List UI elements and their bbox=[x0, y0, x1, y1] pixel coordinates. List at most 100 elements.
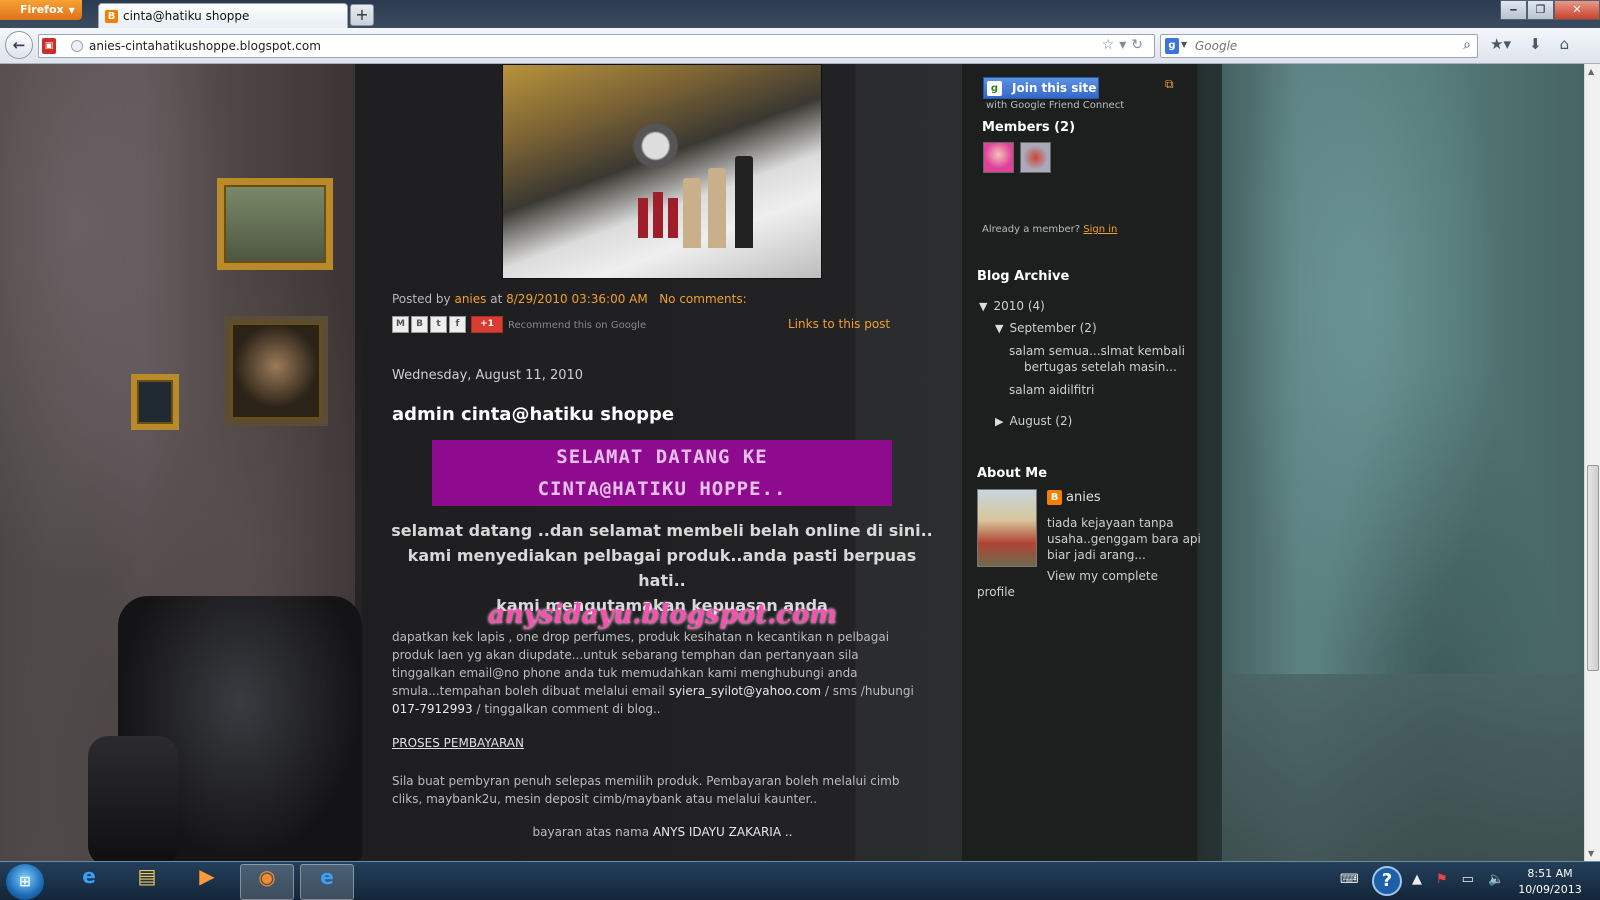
welcome-banner: SELAMAT DATANG KE CINTA@HATIKU HOPPE.. bbox=[432, 440, 892, 506]
twitter-share-icon[interactable]: t bbox=[430, 316, 447, 333]
windows-logo-icon: ⊞ bbox=[19, 874, 31, 890]
firefox-menu-button[interactable]: Firefox ▼ bbox=[0, 0, 82, 20]
search-icon[interactable]: ⌕ bbox=[1463, 37, 1471, 53]
help-icon[interactable]: ? bbox=[1372, 866, 1402, 896]
archive-month-august[interactable]: ▶ August (2) bbox=[995, 414, 1072, 428]
taskbar-ie-icon[interactable]: e bbox=[62, 864, 116, 900]
already-member: Already a member? Sign in bbox=[982, 224, 1118, 235]
archive-month-september[interactable]: ▼ September (2) bbox=[995, 321, 1097, 335]
tray-icons: ▲ ⚑ ▭ 🔈 bbox=[1412, 872, 1504, 887]
taskbar-explorer-icon[interactable]: ▤ bbox=[120, 864, 174, 900]
portrait-frame bbox=[224, 316, 328, 426]
archive-post-link[interactable]: salam aidilfitri bbox=[1009, 383, 1094, 397]
back-button[interactable]: ← bbox=[5, 31, 33, 59]
phone-number: 017-7912993 bbox=[392, 702, 473, 716]
triangle-down-icon[interactable]: ▼ bbox=[995, 322, 1003, 335]
blogthis-share-icon[interactable]: B bbox=[411, 316, 428, 333]
background-floor bbox=[1222, 674, 1584, 861]
post-title[interactable]: admin cinta@hatiku shoppe bbox=[392, 404, 674, 425]
author-link[interactable]: anies bbox=[454, 292, 486, 306]
addon-icon[interactable]: ▣ bbox=[42, 38, 56, 54]
blogger-favicon-icon: B bbox=[105, 10, 118, 23]
volume-icon[interactable]: 🔈 bbox=[1488, 872, 1504, 887]
scroll-down-icon[interactable]: ▼ bbox=[1588, 849, 1594, 858]
post-body: dapatkan kek lapis , one drop perfumes, … bbox=[392, 630, 914, 716]
network-icon[interactable]: ▭ bbox=[1462, 872, 1474, 887]
archive-year-2010[interactable]: ▼ 2010 (4) bbox=[979, 299, 1045, 313]
timestamp-link[interactable]: 8/29/2010 03:36:00 AM bbox=[506, 292, 648, 306]
small-frame bbox=[131, 374, 179, 430]
system-tray: ⌨ bbox=[1340, 872, 1359, 887]
bookmarks-menu-icon[interactable]: ★▾ bbox=[1490, 35, 1511, 53]
reload-icon[interactable]: ↻ bbox=[1131, 37, 1148, 53]
taskbar-ie-window-icon[interactable]: e bbox=[300, 864, 354, 900]
title-bar: Firefox ▼ B cinta@hatiku shoppe + ‒ ❐ ✕ bbox=[0, 0, 1600, 28]
members-title: Members (2) bbox=[982, 120, 1076, 135]
search-bar: g ▼ ⌕ bbox=[1160, 34, 1478, 58]
scroll-up-icon[interactable]: ▲ bbox=[1588, 67, 1594, 76]
minimize-button[interactable]: ‒ bbox=[1500, 0, 1527, 20]
action-center-flag-icon[interactable]: ⚑ bbox=[1436, 872, 1448, 887]
payment-process-heading: PROSES PEMBAYARAN bbox=[392, 736, 524, 750]
windows-taskbar: ⊞ e ▤ ▶ ◉ e ⌨ ? ▲ ⚑ ▭ 🔈 8:51 AM 10/09/20… bbox=[0, 861, 1600, 900]
email-address: syiera_syilot@yahoo.com bbox=[668, 684, 822, 698]
leather-chair-image bbox=[88, 596, 362, 861]
google-engine-icon[interactable]: g bbox=[1165, 38, 1179, 54]
maximize-button[interactable]: ❐ bbox=[1527, 0, 1554, 20]
gfc-subtitle: with Google Friend Connect bbox=[986, 100, 1125, 111]
back-arrow-icon: ← bbox=[12, 36, 26, 54]
watermark-text: anysidayu.blogspot.com bbox=[488, 600, 837, 630]
archive-post-link[interactable]: salam semua...slmat kembali bertugas sete… bbox=[1009, 343, 1185, 375]
search-input[interactable] bbox=[1193, 38, 1443, 54]
main-column: Posted by anies at 8/29/2010 03:36:00 AM… bbox=[362, 64, 963, 861]
taskbar-firefox-icon[interactable]: ◉ bbox=[240, 864, 294, 900]
site-identity-icon[interactable] bbox=[71, 40, 83, 52]
keyboard-icon[interactable]: ⌨ bbox=[1340, 872, 1359, 887]
payment-text: Sila buat pembyran penuh selepas memilih… bbox=[392, 774, 900, 806]
address-bar-icons: ☆▾↻ bbox=[1102, 37, 1148, 53]
join-this-site-button[interactable]: g Join this site bbox=[983, 77, 1099, 99]
triangle-right-icon[interactable]: ▶ bbox=[995, 415, 1003, 428]
scrollbar-thumb[interactable] bbox=[1587, 465, 1599, 671]
view-profile-link-cont[interactable]: profile bbox=[977, 585, 1015, 599]
bookmark-star-icon[interactable]: ☆ bbox=[1102, 37, 1120, 53]
start-button[interactable]: ⊞ bbox=[6, 864, 44, 900]
close-button[interactable]: ✕ bbox=[1554, 0, 1600, 20]
profile-photo[interactable] bbox=[977, 489, 1037, 567]
google-plus-one-button[interactable]: +1 bbox=[471, 316, 503, 333]
navigation-bar: ← ▣ anies-cintahatikushoppe.blogspot.com… bbox=[0, 28, 1600, 64]
triangle-down-icon[interactable]: ▼ bbox=[979, 300, 987, 313]
member-avatar[interactable] bbox=[1020, 142, 1051, 173]
tab-active[interactable]: B cinta@hatiku shoppe bbox=[98, 3, 348, 28]
profile-description: tiada kejayaan tanpa usaha..genggam bara… bbox=[1047, 516, 1201, 562]
engine-dropdown-icon[interactable]: ▼ bbox=[1181, 40, 1187, 49]
cosmetics-post-image[interactable] bbox=[502, 64, 822, 279]
window-controls: ‒ ❐ ✕ bbox=[1500, 0, 1600, 20]
system-clock[interactable]: 8:51 AM 10/09/2013 bbox=[1510, 866, 1590, 898]
facebook-share-icon[interactable]: f bbox=[449, 316, 466, 333]
downloads-icon[interactable]: ⬇ bbox=[1529, 35, 1542, 53]
view-profile-link[interactable]: View my complete bbox=[1047, 569, 1158, 583]
sign-in-link[interactable]: Sign in bbox=[1083, 224, 1117, 235]
show-hidden-icons-icon[interactable]: ▲ bbox=[1412, 872, 1422, 887]
share-buttons: M B t f +1 bbox=[392, 316, 503, 333]
page-scrollbar[interactable]: ▲ ▼ bbox=[1584, 64, 1600, 861]
address-bar[interactable]: ▣ anies-cintahatikushoppe.blogspot.com ☆… bbox=[38, 34, 1155, 58]
web-page: Posted by anies at 8/29/2010 03:36:00 AM… bbox=[0, 64, 1584, 861]
new-tab-button[interactable]: + bbox=[350, 4, 374, 26]
toolbar-icons: ★▾ ⬇ ⌂ bbox=[1490, 35, 1569, 53]
tab-title: cinta@hatiku shoppe bbox=[123, 9, 250, 23]
popout-icon[interactable]: ⧉ bbox=[1165, 77, 1174, 92]
home-icon[interactable]: ⌂ bbox=[1560, 35, 1570, 53]
post-meta: Posted by anies at 8/29/2010 03:36:00 AM… bbox=[392, 292, 747, 306]
comments-link[interactable]: No comments: bbox=[659, 292, 746, 306]
blog-archive-title: Blog Archive bbox=[977, 269, 1070, 284]
profile-name-link[interactable]: anies bbox=[1066, 490, 1101, 505]
member-avatar[interactable] bbox=[983, 142, 1014, 173]
taskbar-media-player-icon[interactable]: ▶ bbox=[180, 864, 234, 900]
about-me-title: About Me bbox=[977, 466, 1048, 481]
dropdown-icon[interactable]: ▾ bbox=[1119, 37, 1131, 53]
blogger-icon: B bbox=[1047, 490, 1062, 505]
links-to-post-link[interactable]: Links to this post bbox=[788, 317, 890, 331]
email-share-icon[interactable]: M bbox=[392, 316, 409, 333]
